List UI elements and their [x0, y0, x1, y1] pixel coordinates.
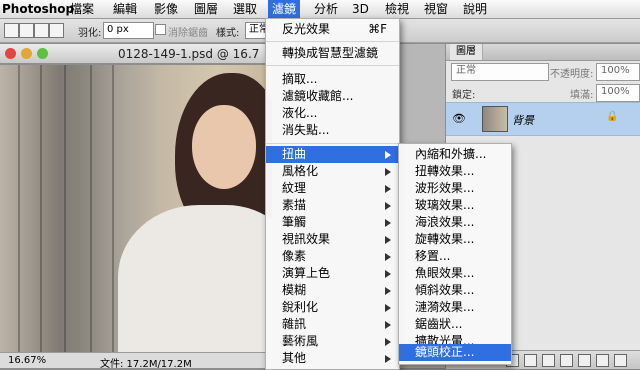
menu-item-pixelate[interactable]: 像素	[266, 248, 399, 265]
menu-item-artistic[interactable]: 藝術風	[266, 333, 399, 350]
style-label: 樣式:	[216, 28, 240, 39]
submenu-item-shear[interactable]: 傾斜效果...	[399, 282, 511, 299]
zoom-icon[interactable]	[37, 48, 48, 59]
menu-item-sketch[interactable]: 素描	[266, 197, 399, 214]
submenu-item-polar[interactable]: 旋轉效果...	[399, 231, 511, 248]
document-title-bar: 0128-149-1.psd @ 16.7	[0, 44, 272, 64]
new-layer-icon[interactable]	[596, 354, 609, 367]
antialias-checkbox[interactable]	[155, 24, 166, 35]
submenu-item-glass[interactable]: 玻璃效果...	[399, 197, 511, 214]
eye-icon[interactable]: 👁	[452, 112, 466, 125]
photo-subject-body	[118, 205, 272, 352]
minimize-icon[interactable]	[21, 48, 32, 59]
zoom-level[interactable]: 16.67%	[8, 355, 46, 366]
submenu-item-ocean-ripple[interactable]: 海浪效果...	[399, 214, 511, 231]
menu-edit[interactable]: 編輯	[109, 0, 141, 19]
menu-item-other[interactable]: 其他	[266, 350, 399, 367]
menu-bar: Photoshop 檔案 編輯 影像 圖層 選取 濾鏡 分析 3D 檢視 視窗 …	[0, 0, 640, 19]
feather-input[interactable]: 0 px	[103, 22, 154, 39]
menu-analysis[interactable]: 分析	[310, 0, 342, 19]
menu-image[interactable]: 影像	[150, 0, 182, 19]
menu-item-video[interactable]: 視訊效果	[266, 231, 399, 248]
trash-icon[interactable]	[614, 354, 627, 367]
submenu-item-lens-correction[interactable]: 鏡頭校正...	[399, 344, 511, 361]
mask-icon[interactable]	[542, 354, 555, 367]
menu-filter[interactable]: 濾鏡	[268, 0, 301, 19]
layer-row[interactable]: 👁 背景 🔒	[446, 102, 640, 136]
menu-item-stylize[interactable]: 風格化	[266, 163, 399, 180]
document-title: 0128-149-1.psd @ 16.7	[118, 47, 260, 61]
submenu-item-ripple[interactable]: 漣漪效果...	[399, 299, 511, 316]
menu-3d[interactable]: 3D	[348, 0, 373, 19]
menu-item-sharpen[interactable]: 銳利化	[266, 299, 399, 316]
menu-item-render[interactable]: 演算上色	[266, 265, 399, 282]
menu-item-blur[interactable]: 模糊	[266, 282, 399, 299]
submenu-item-spherize[interactable]: 魚眼效果...	[399, 265, 511, 282]
opacity-label: 不透明度:	[550, 69, 594, 80]
submenu-item-wave[interactable]: 波形效果...	[399, 180, 511, 197]
add-selection-icon[interactable]	[19, 23, 34, 38]
menu-file[interactable]: 檔案	[66, 0, 98, 19]
menu-item-distort[interactable]: 扭曲	[266, 146, 399, 163]
menu-window[interactable]: 視窗	[420, 0, 452, 19]
menu-item-noise[interactable]: 雜訊	[266, 316, 399, 333]
layer-name[interactable]: 背景	[512, 112, 534, 128]
new-selection-icon[interactable]	[4, 23, 19, 38]
layer-thumbnail	[482, 106, 508, 132]
layer-style-icon[interactable]	[524, 354, 537, 367]
menu-view[interactable]: 檢視	[381, 0, 413, 19]
submenu-item-displace[interactable]: 移置...	[399, 248, 511, 265]
lock-icon: 🔒	[606, 111, 619, 122]
image-canvas[interactable]	[0, 65, 272, 352]
submenu-item-zigzag[interactable]: 鋸齒狀...	[399, 316, 511, 333]
menu-select[interactable]: 選取	[229, 0, 261, 19]
menu-item-extract[interactable]: 摘取...	[266, 71, 399, 88]
group-folder-icon[interactable]	[578, 354, 591, 367]
menu-item-last-filter[interactable]: 反光效果 ⌘F	[266, 21, 399, 38]
submenu-item-twirl[interactable]: 扭轉效果...	[399, 163, 511, 180]
distort-submenu: 內縮和外擴... 扭轉效果... 波形效果... 玻璃效果... 海浪效果...…	[398, 143, 512, 365]
photo-subject-face	[192, 105, 256, 189]
lock-label: 鎖定:	[452, 90, 476, 101]
menu-item-texture[interactable]: 紋理	[266, 180, 399, 197]
menu-layer[interactable]: 圖層	[190, 0, 222, 19]
feather-label: 羽化:	[78, 28, 102, 39]
menu-help[interactable]: 說明	[459, 0, 491, 19]
close-icon[interactable]	[5, 48, 16, 59]
submenu-item-pinch[interactable]: 內縮和外擴...	[399, 146, 511, 163]
layers-panel-header: 圖層	[446, 44, 640, 61]
fill-input[interactable]: 100%	[596, 84, 640, 102]
menu-item-filter-gallery[interactable]: 濾鏡收藏館...	[266, 88, 399, 105]
document-status-bar: 16.67% 文件: 17.2M/17.2M	[0, 352, 272, 370]
blend-mode-select[interactable]: 正常	[451, 63, 549, 81]
tab-layers[interactable]: 圖層	[450, 44, 483, 60]
fill-label: 填滿:	[570, 90, 594, 101]
filter-menu: 反光效果 ⌘F 轉換成智慧型濾鏡 摘取... 濾鏡收藏館... 液化... 消失點…	[265, 18, 400, 370]
intersect-selection-icon[interactable]	[49, 23, 64, 38]
subtract-selection-icon[interactable]	[34, 23, 49, 38]
menu-item-smart-filter[interactable]: 轉換成智慧型濾鏡	[266, 45, 399, 62]
opacity-input[interactable]: 100%	[596, 63, 640, 81]
menu-item-brush-strokes[interactable]: 筆觸	[266, 214, 399, 231]
antialias-label: 消除鋸齒	[168, 28, 208, 39]
adjustment-layer-icon[interactable]	[560, 354, 573, 367]
menu-item-liquify[interactable]: 液化...	[266, 105, 399, 122]
menu-item-vanishing-point[interactable]: 消失點...	[266, 122, 399, 139]
